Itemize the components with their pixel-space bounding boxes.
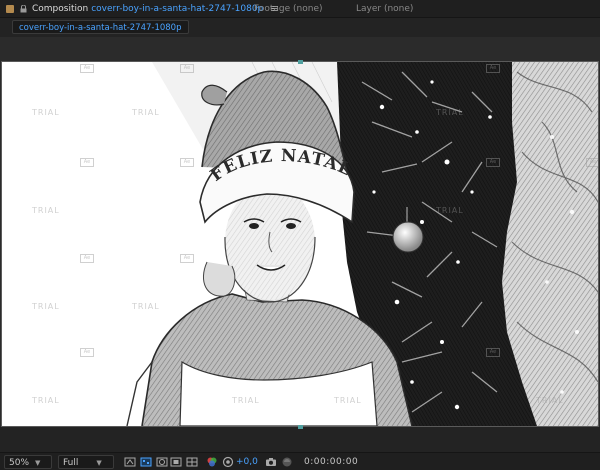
show-snapshot-icon[interactable]	[281, 456, 293, 468]
chevron-down-icon: ▼	[35, 459, 41, 467]
watermark-logo-icon: Ae	[486, 158, 500, 167]
breadcrumb-comp[interactable]: coverr-boy-in-a-santa-hat-2747-1080p	[12, 20, 189, 34]
resolution-value: Full	[63, 458, 79, 468]
tab-footage[interactable]: Footage (none)	[254, 0, 323, 18]
viewer-tab-bar: Composition coverr-boy-in-a-santa-hat-274…	[0, 0, 600, 18]
watermark-text: TRIAL	[132, 302, 160, 311]
color-channels-icon[interactable]	[206, 456, 218, 468]
watermark-text: TRIAL	[32, 206, 60, 215]
composition-color-icon	[6, 4, 14, 13]
frame-bottom-handle[interactable]	[298, 425, 303, 429]
watermark-logo-icon: Ae	[80, 64, 94, 73]
watermark-text: TRIAL	[32, 108, 60, 117]
color-management-icon[interactable]	[222, 456, 234, 468]
tab-composition-label: Composition	[32, 4, 89, 14]
lock-icon[interactable]	[20, 4, 27, 13]
watermark-logo-icon: Ae	[586, 158, 598, 167]
frame-top-handle[interactable]	[298, 60, 303, 64]
tab-layer[interactable]: Layer (none)	[356, 0, 413, 18]
watermark-text: TRIAL	[436, 206, 464, 215]
exposure-value[interactable]: +0,0	[236, 455, 258, 469]
chevron-down-icon: ▼	[96, 459, 102, 467]
watermark-text: TRIAL	[132, 108, 160, 117]
camera-snapshot-icon[interactable]	[265, 456, 277, 468]
fast-previews-icon[interactable]	[124, 456, 136, 468]
transparency-grid-icon[interactable]	[140, 456, 152, 468]
tab-composition[interactable]: Composition coverr-boy-in-a-santa-hat-274…	[6, 0, 279, 18]
composition-navigator: coverr-boy-in-a-santa-hat-2747-1080p	[0, 18, 600, 36]
watermark-text: TRIAL	[32, 302, 60, 311]
watermark-logo-icon: Ae	[180, 158, 194, 167]
watermark-text: TRIAL	[32, 396, 60, 405]
watermark-logo-icon: Ae	[486, 348, 500, 357]
composition-viewer[interactable]: FELIZ NATAL TRIAL TRIAL TRIAL TRIAL TRIA…	[1, 61, 599, 427]
watermark-logo-icon: Ae	[80, 348, 94, 357]
mask-visibility-icon[interactable]	[156, 456, 168, 468]
watermark-logo-icon: Ae	[180, 254, 194, 263]
sketch-image: FELIZ NATAL	[2, 62, 598, 426]
watermark-text: TRIAL	[232, 396, 260, 405]
watermark-text: TRIAL	[334, 396, 362, 405]
watermark-logo-icon: Ae	[180, 64, 194, 73]
watermark-text: TRIAL	[536, 396, 564, 405]
current-time-display[interactable]: 0:00:00:00	[304, 455, 358, 469]
magnification-select[interactable]: 50% ▼	[4, 455, 52, 469]
magnification-value: 50%	[9, 458, 30, 468]
resolution-select[interactable]: Full ▼	[58, 455, 114, 469]
viewer-toolbar: 50% ▼ Full ▼ +0,0 0:00:00:00	[0, 452, 600, 470]
tab-composition-name: coverr-boy-in-a-santa-hat-2747-1080p	[91, 4, 264, 14]
watermark-logo-icon: Ae	[80, 254, 94, 263]
watermark-logo-icon: Ae	[486, 64, 500, 73]
region-of-interest-icon[interactable]	[170, 456, 182, 468]
grid-guides-icon[interactable]	[186, 456, 198, 468]
watermark-text: TRIAL	[436, 108, 464, 117]
watermark-logo-icon: Ae	[80, 158, 94, 167]
